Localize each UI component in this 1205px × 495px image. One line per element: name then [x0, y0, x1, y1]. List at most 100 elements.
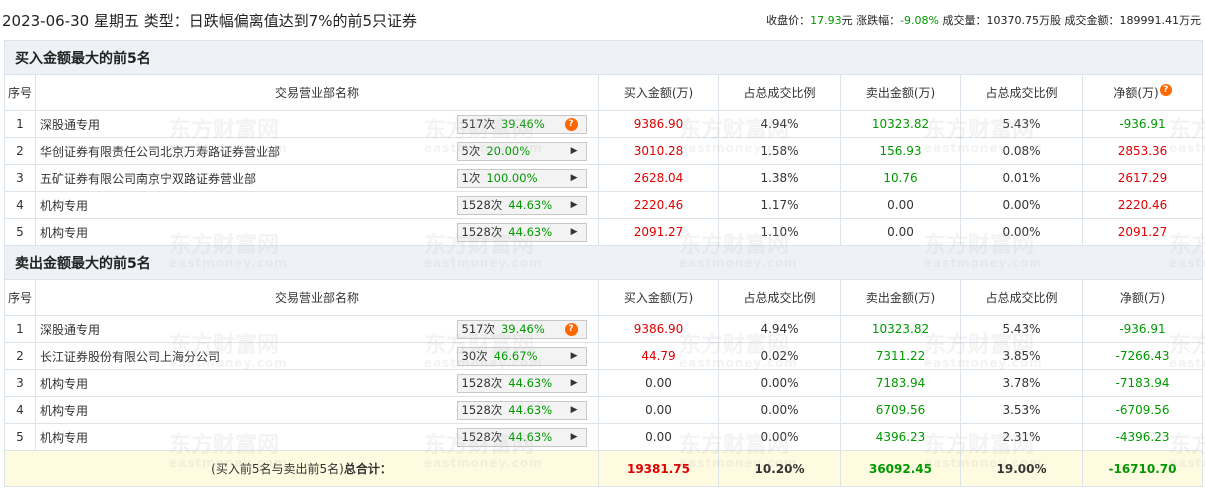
buy-ratio: 1.58% — [718, 137, 841, 165]
broker-name[interactable]: 五矿证券有限公司南京宁双路证券营业部 — [35, 164, 456, 192]
broker-stats-cell: 1528次 44.63% ▶ — [455, 423, 599, 451]
dragon-tiger-table-wrap: 买入金额最大的前5名 序号 交易营业部名称 买入金额(万) 占总成交比例 卖出金… — [4, 40, 1205, 487]
total-sell-ratio: 19.00% — [960, 450, 1083, 487]
table-row: 2 长江证券股份有限公司上海分公司 30次 46.67% ▶ 44.79 0.02% 7311… — [4, 342, 1203, 370]
col-net-label: 净额(万) — [1113, 86, 1159, 100]
sell-amount: 10.76 — [840, 164, 961, 192]
broker-name[interactable]: 机构专用 — [35, 218, 456, 246]
play-icon[interactable]: ▶ — [571, 432, 578, 442]
play-icon[interactable]: ▶ — [571, 146, 578, 156]
net-help-icon[interactable]: ? — [1159, 84, 1172, 96]
col-sell: 卖出金额(万) — [840, 74, 961, 111]
broker-stats-badge[interactable]: 1528次 44.63% ▶ — [456, 195, 587, 215]
close-price-value: 17.93 — [810, 14, 842, 27]
play-icon[interactable]: ▶ — [571, 200, 578, 210]
buy-column-header-row: 序号 交易营业部名称 买入金额(万) 占总成交比例 卖出金额(万) 占总成交比例… — [4, 74, 1203, 111]
broker-stats-badge[interactable]: 517次 39.46%? — [456, 319, 587, 339]
sell-ratio: 3.53% — [960, 396, 1083, 424]
col-seq: 序号 — [4, 279, 36, 316]
buy-ratio: 4.94% — [718, 110, 841, 138]
broker-name[interactable]: 机构专用 — [35, 396, 456, 424]
buy-amount: 44.79 — [598, 342, 719, 370]
net-amount: -936.91 — [1082, 315, 1203, 343]
col-net: 净额(万)? — [1082, 74, 1203, 111]
question-icon[interactable]: ? — [564, 117, 578, 131]
sell-amount: 6709.56 — [840, 396, 961, 424]
broker-name[interactable]: 机构专用 — [35, 369, 456, 397]
close-price-label: 收盘价： — [766, 14, 811, 27]
broker-stats-cell: 1528次 44.63% ▶ — [455, 191, 599, 219]
broker-stats-badge[interactable]: 1次 100.00% ▶ — [456, 168, 587, 188]
appear-count: 1次 — [461, 171, 481, 185]
buy-ratio: 0.02% — [718, 342, 841, 370]
total-buy: 19381.75 — [598, 450, 719, 487]
appear-count: 1528次 — [461, 198, 503, 212]
buy-ratio: 4.94% — [718, 315, 841, 343]
buy-ratio: 1.10% — [718, 218, 841, 246]
page-header: 2023-06-30 星期五 类型：日跌幅偏离值达到7%的前5只证券 收盘价：1… — [0, 0, 1205, 40]
broker-stats-cell: 1528次 44.63% ▶ — [455, 369, 599, 397]
table-row: 4 机构专用 1528次 44.63% ▶ 2220.46 1.17% 0.00 0.00% 22… — [4, 191, 1203, 219]
broker-name[interactable]: 机构专用 — [35, 423, 456, 451]
buy-ratio: 0.00% — [718, 396, 841, 424]
row-seq: 1 — [4, 315, 36, 343]
broker-name[interactable]: 深股通专用 — [35, 315, 456, 343]
question-icon[interactable]: ? — [564, 322, 578, 336]
table-row: 4 机构专用 1528次 44.63% ▶ 0.00 0.00% 6709.56 3.53% -6… — [4, 396, 1203, 424]
rise-probability: 44.63% — [508, 376, 553, 390]
buy-amount: 2628.04 — [598, 164, 719, 192]
buy-amount: 0.00 — [598, 396, 719, 424]
close-price-unit: 元 — [841, 14, 853, 27]
change-label: 涨跌幅： — [856, 14, 901, 27]
col-buy: 买入金额(万) — [598, 279, 719, 316]
row-seq: 5 — [4, 218, 36, 246]
rise-probability: 20.00% — [486, 144, 531, 158]
net-amount: -4396.23 — [1082, 423, 1203, 451]
volume-label: 成交量： — [942, 14, 987, 27]
sell-amount: 10323.82 — [840, 110, 961, 138]
row-seq: 3 — [4, 164, 36, 192]
play-icon[interactable]: ▶ — [571, 227, 578, 237]
play-icon[interactable]: ▶ — [571, 405, 578, 415]
appear-count: 30次 — [461, 349, 488, 363]
col-seq: 序号 — [4, 74, 36, 111]
broker-stats-cell: 517次 39.46%? — [455, 110, 599, 138]
broker-stats-cell: 5次 20.00% ▶ — [455, 137, 599, 165]
sell-ratio: 0.00% — [960, 218, 1083, 246]
sell-ratio: 0.08% — [960, 137, 1083, 165]
row-seq: 5 — [4, 423, 36, 451]
row-seq: 2 — [4, 137, 36, 165]
turnover-value: 189991.41万元 — [1119, 14, 1202, 27]
broker-stats-badge[interactable]: 1528次 44.63% ▶ — [456, 427, 587, 447]
play-icon[interactable]: ▶ — [571, 351, 578, 361]
appear-count: 1528次 — [461, 430, 503, 444]
broker-stats-badge[interactable]: 517次 39.46%? — [456, 114, 587, 134]
buy-amount: 2220.46 — [598, 191, 719, 219]
table-row: 1 深股通专用 517次 39.46%? 9386.90 4.94% 10323.82 5.4… — [4, 315, 1203, 343]
total-label-bold: 总合计： — [343, 462, 392, 476]
table-row: 5 机构专用 1528次 44.63% ▶ 0.00 0.00% 4396.23 2.31% -4… — [4, 423, 1203, 451]
broker-stats-badge[interactable]: 1528次 44.63% ▶ — [456, 222, 587, 242]
broker-name[interactable]: 机构专用 — [35, 191, 456, 219]
broker-stats-cell: 1528次 44.63% ▶ — [455, 218, 599, 246]
broker-stats-badge[interactable]: 1528次 44.63% ▶ — [456, 373, 587, 393]
broker-name[interactable]: 深股通专用 — [35, 110, 456, 138]
broker-stats-badge[interactable]: 5次 20.00% ▶ — [456, 141, 587, 161]
buy-amount: 9386.90 — [598, 110, 719, 138]
play-icon[interactable]: ▶ — [571, 173, 578, 183]
dragon-tiger-table: 买入金额最大的前5名 序号 交易营业部名称 买入金额(万) 占总成交比例 卖出金… — [4, 40, 1203, 487]
rise-probability: 39.46% — [500, 322, 545, 336]
row-seq: 3 — [4, 369, 36, 397]
broker-stats-badge[interactable]: 30次 46.67% ▶ — [456, 346, 587, 366]
rise-probability: 44.63% — [508, 403, 553, 417]
broker-stats-badge[interactable]: 1528次 44.63% ▶ — [456, 400, 587, 420]
table-row: 5 机构专用 1528次 44.63% ▶ 2091.27 1.10% 0.00 0.00% 20… — [4, 218, 1203, 246]
rise-probability: 39.46% — [500, 117, 545, 131]
sell-amount: 0.00 — [840, 191, 961, 219]
table-row: 2 华创证券有限责任公司北京万寿路证券营业部 5次 20.00% ▶ 3010.28 1.5… — [4, 137, 1203, 165]
broker-name[interactable]: 长江证券股份有限公司上海分公司 — [35, 342, 456, 370]
table-row: 3 机构专用 1528次 44.63% ▶ 0.00 0.00% 7183.94 3.78% -7… — [4, 369, 1203, 397]
broker-name[interactable]: 华创证券有限责任公司北京万寿路证券营业部 — [35, 137, 456, 165]
rise-probability: 44.63% — [508, 225, 553, 239]
play-icon[interactable]: ▶ — [571, 378, 578, 388]
